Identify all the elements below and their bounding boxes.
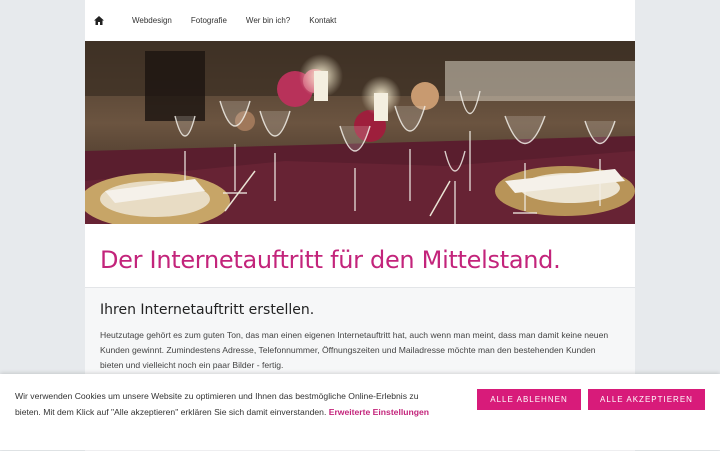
main-navigation: Webdesign Fotografie Wer bin ich? Kontak… [85,0,635,41]
reject-all-button[interactable]: ALLE ABLEHNEN [477,389,581,410]
section-heading: Ihren Internetauftritt erstellen. [100,302,315,318]
cookie-message: Wir verwenden Cookies um unsere Website … [15,389,435,420]
home-icon [94,16,104,25]
nav-item-webdesign[interactable]: Webdesign [132,16,172,25]
nav-item-wer-bin-ich[interactable]: Wer bin ich? [246,16,290,25]
nav-home[interactable] [85,16,113,25]
nav-item-kontakt[interactable]: Kontakt [309,16,336,25]
page-title: Der Internetauftritt für den Mittelstand… [100,246,561,274]
cookie-banner: Wir verwenden Cookies um unsere Website … [0,374,720,450]
section-paragraph: Heutzutage gehört es zum guten Ton, das … [100,330,609,370]
accept-all-button[interactable]: ALLE AKZEPTIEREN [588,389,705,410]
nav-item-fotografie[interactable]: Fotografie [191,16,227,25]
hero-image [85,41,635,224]
cookie-settings-link[interactable]: Erweiterte Einstellungen [329,407,429,417]
